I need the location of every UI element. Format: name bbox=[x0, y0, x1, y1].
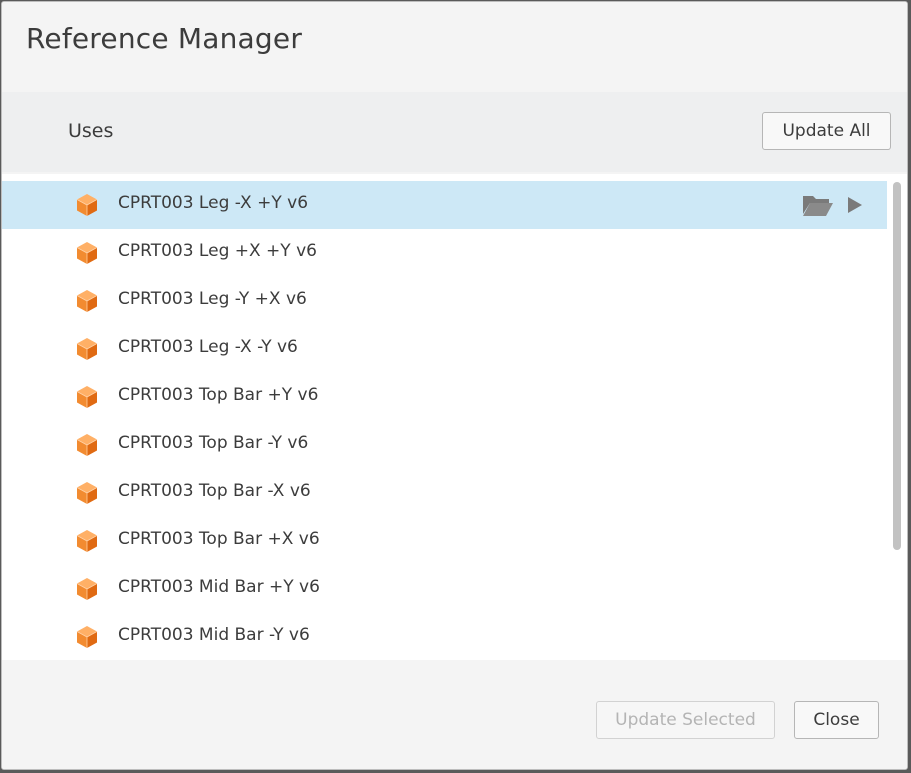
dialog-title: Reference Manager bbox=[26, 22, 303, 55]
reference-row[interactable]: CPRT003 Top Bar -Y v6 bbox=[2, 421, 887, 469]
reference-name: CPRT003 Top Bar -Y v6 bbox=[118, 433, 309, 453]
close-button[interactable]: Close bbox=[794, 701, 879, 739]
update-selected-button[interactable]: Update Selected bbox=[596, 701, 775, 739]
open-folder-icon[interactable] bbox=[802, 192, 834, 218]
reference-row[interactable]: CPRT003 Leg -X -Y v6 bbox=[2, 325, 887, 373]
reference-name: CPRT003 Leg -Y +X v6 bbox=[118, 289, 307, 309]
reference-row[interactable]: CPRT003 Mid Bar +Y v6 bbox=[2, 565, 887, 613]
reference-name: CPRT003 Leg -X +Y v6 bbox=[118, 193, 309, 213]
references-list[interactable]: CPRT003 Mid Bar -Y v6 CPRT003 Mid Bar +Y … bbox=[2, 174, 907, 660]
component-cube-icon bbox=[75, 577, 99, 601]
reference-row[interactable]: CPRT003 Mid Bar -Y v6 bbox=[2, 613, 887, 660]
update-all-button[interactable]: Update All bbox=[762, 112, 891, 150]
scrollbar-thumb[interactable] bbox=[893, 182, 901, 550]
reference-manager-dialog: Reference Manager Uses Update All CPRT00… bbox=[1, 1, 908, 770]
reference-row[interactable]: CPRT003 Top Bar -X v6 bbox=[2, 469, 887, 517]
component-cube-icon bbox=[75, 193, 99, 217]
reference-row[interactable]: CPRT003 Top Bar +Y v6 bbox=[2, 373, 887, 421]
reference-row[interactable]: CPRT003 Leg +X +Y v6 bbox=[2, 229, 887, 277]
component-cube-icon bbox=[75, 433, 99, 457]
reference-name: CPRT003 Mid Bar +Y v6 bbox=[118, 577, 320, 597]
reference-name: CPRT003 Top Bar +Y v6 bbox=[118, 385, 319, 405]
reference-name: CPRT003 Top Bar +X v6 bbox=[118, 529, 320, 549]
reference-name: CPRT003 Top Bar -X v6 bbox=[118, 481, 311, 501]
uses-label: Uses bbox=[68, 120, 114, 142]
component-cube-icon bbox=[75, 625, 99, 649]
dialog-footer: Update Selected Close bbox=[2, 660, 907, 769]
reference-row[interactable]: CPRT003 Leg -X +Y v6 bbox=[2, 181, 887, 229]
title-bar: Reference Manager bbox=[2, 2, 907, 92]
reference-name: CPRT003 Leg -X -Y v6 bbox=[118, 337, 298, 357]
reference-name: CPRT003 Leg +X +Y v6 bbox=[118, 241, 317, 261]
scrollbar[interactable] bbox=[893, 182, 901, 652]
component-cube-icon bbox=[75, 337, 99, 361]
reference-name: CPRT003 Mid Bar -Y v6 bbox=[118, 625, 310, 645]
component-cube-icon bbox=[75, 385, 99, 409]
component-cube-icon bbox=[75, 241, 99, 265]
component-cube-icon bbox=[75, 481, 99, 505]
reference-row[interactable]: CPRT003 Top Bar +X v6 bbox=[2, 517, 887, 565]
component-cube-icon bbox=[75, 289, 99, 313]
component-cube-icon bbox=[75, 529, 99, 553]
uses-section-header: Uses Update All bbox=[2, 92, 907, 172]
reference-row[interactable]: CPRT003 Leg -Y +X v6 bbox=[2, 277, 887, 325]
play-arrow-icon[interactable] bbox=[846, 195, 864, 215]
